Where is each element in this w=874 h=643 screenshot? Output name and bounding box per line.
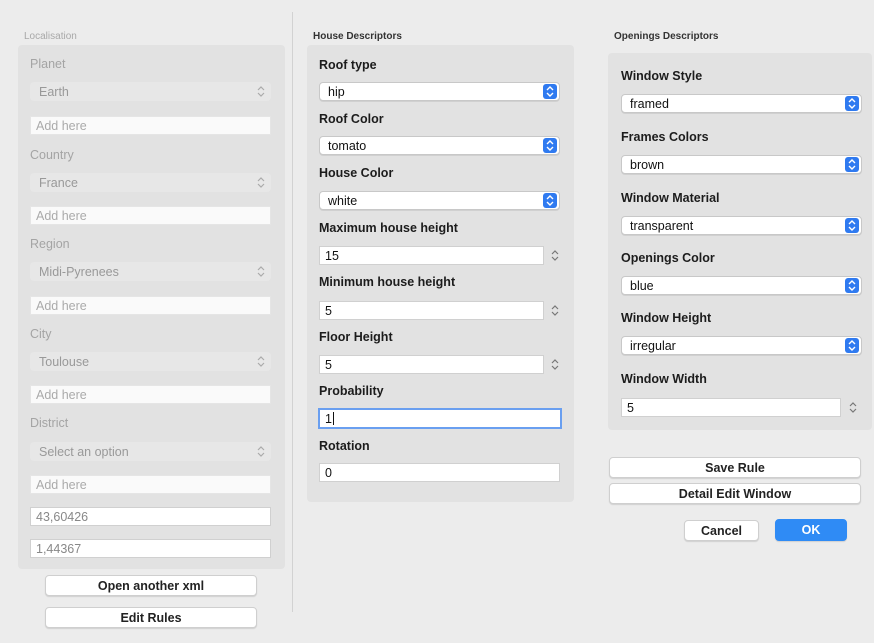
openings-color-select[interactable]: blue [621, 276, 862, 295]
ok-button[interactable]: OK [775, 519, 847, 541]
probability-label: Probability [319, 384, 384, 398]
frames-colors-select[interactable]: brown [621, 155, 862, 174]
floor-height-field[interactable]: 5 [319, 355, 544, 374]
planet-add-input[interactable]: Add here [30, 116, 271, 135]
chevron-updown-icon [845, 338, 859, 353]
latitude-field[interactable]: 43,60426 [30, 507, 271, 526]
region-label: Region [30, 237, 70, 251]
house-color-select[interactable]: white [319, 191, 560, 210]
window-style-value: framed [630, 96, 669, 111]
house-descriptors-title: House Descriptors [313, 31, 402, 42]
min-height-label: Minimum house height [319, 275, 456, 289]
chevron-updown-icon [254, 84, 268, 99]
city-add-input[interactable]: Add here [30, 385, 271, 404]
text-caret [332, 412, 334, 425]
localisation-title: Localisation [24, 31, 77, 42]
open-xml-button[interactable]: Open another xml [45, 575, 257, 596]
openings-color-label: Openings Color [621, 251, 715, 265]
window-style-select[interactable]: framed [621, 94, 862, 113]
window-material-label: Window Material [621, 191, 720, 205]
chevron-updown-icon [845, 96, 859, 111]
window-height-value: irregular [630, 338, 676, 353]
house-color-label: House Color [319, 166, 394, 180]
floor-height-stepper-icon[interactable] [549, 355, 560, 374]
roof-color-select[interactable]: tomato [319, 136, 560, 155]
region-select[interactable]: Midi-Pyrenees [30, 262, 271, 281]
roof-type-value: hip [328, 84, 345, 99]
chevron-updown-icon [845, 157, 859, 172]
save-rule-button[interactable]: Save Rule [609, 457, 861, 478]
window-width-stepper-icon[interactable] [847, 398, 858, 417]
window-width-label: Window Width [621, 372, 707, 386]
district-label: District [30, 416, 69, 430]
max-height-label: Maximum house height [319, 221, 458, 235]
openings-color-value: blue [630, 278, 654, 293]
planet-select[interactable]: Earth [30, 82, 271, 101]
frames-colors-value: brown [630, 157, 665, 172]
city-select[interactable]: Toulouse [30, 352, 271, 371]
country-value: France [39, 175, 78, 190]
region-value: Midi-Pyrenees [39, 264, 119, 279]
min-height-stepper-icon[interactable] [549, 301, 560, 320]
planet-label: Planet [30, 57, 66, 71]
detail-edit-window-button[interactable]: Detail Edit Window [609, 483, 861, 504]
roof-type-label: Roof type [319, 58, 377, 72]
cancel-button[interactable]: Cancel [684, 520, 759, 541]
district-add-input[interactable]: Add here [30, 475, 271, 494]
longitude-field[interactable]: 1,44367 [30, 539, 271, 558]
chevron-updown-icon [543, 84, 557, 99]
frames-colors-label: Frames Colors [621, 130, 709, 144]
district-select[interactable]: Select an option [30, 442, 271, 461]
window-style-label: Window Style [621, 69, 703, 83]
window-material-select[interactable]: transparent [621, 216, 862, 235]
chevron-updown-icon [543, 193, 557, 208]
chevron-updown-icon [254, 264, 268, 279]
chevron-updown-icon [254, 354, 268, 369]
window-material-value: transparent [630, 218, 694, 233]
chevron-updown-icon [845, 278, 859, 293]
country-select[interactable]: France [30, 173, 271, 192]
rotation-field[interactable]: 0 [319, 463, 560, 482]
city-label: City [30, 327, 52, 341]
roof-color-label: Roof Color [319, 112, 384, 126]
region-add-input[interactable]: Add here [30, 296, 271, 315]
column-divider [292, 12, 293, 612]
district-value: Select an option [39, 444, 129, 459]
max-height-field[interactable]: 15 [319, 246, 544, 265]
openings-descriptors-title: Openings Descriptors [614, 31, 719, 42]
chevron-updown-icon [254, 444, 268, 459]
min-height-field[interactable]: 5 [319, 301, 544, 320]
roof-color-value: tomato [328, 138, 367, 153]
country-label: Country [30, 148, 74, 162]
roof-type-select[interactable]: hip [319, 82, 560, 101]
floor-height-label: Floor Height [319, 330, 393, 344]
edit-rules-button[interactable]: Edit Rules [45, 607, 257, 628]
max-height-stepper-icon[interactable] [549, 246, 560, 265]
window-width-field[interactable]: 5 [621, 398, 841, 417]
probability-field[interactable]: 1 [318, 408, 562, 429]
chevron-updown-icon [543, 138, 557, 153]
chevron-updown-icon [254, 175, 268, 190]
window-height-select[interactable]: irregular [621, 336, 862, 355]
country-add-input[interactable]: Add here [30, 206, 271, 225]
probability-value: 1 [325, 411, 332, 426]
window-height-label: Window Height [621, 311, 712, 325]
chevron-updown-icon [845, 218, 859, 233]
house-color-value: white [328, 193, 358, 208]
city-value: Toulouse [39, 354, 90, 369]
rotation-label: Rotation [319, 439, 370, 453]
planet-value: Earth [39, 84, 69, 99]
